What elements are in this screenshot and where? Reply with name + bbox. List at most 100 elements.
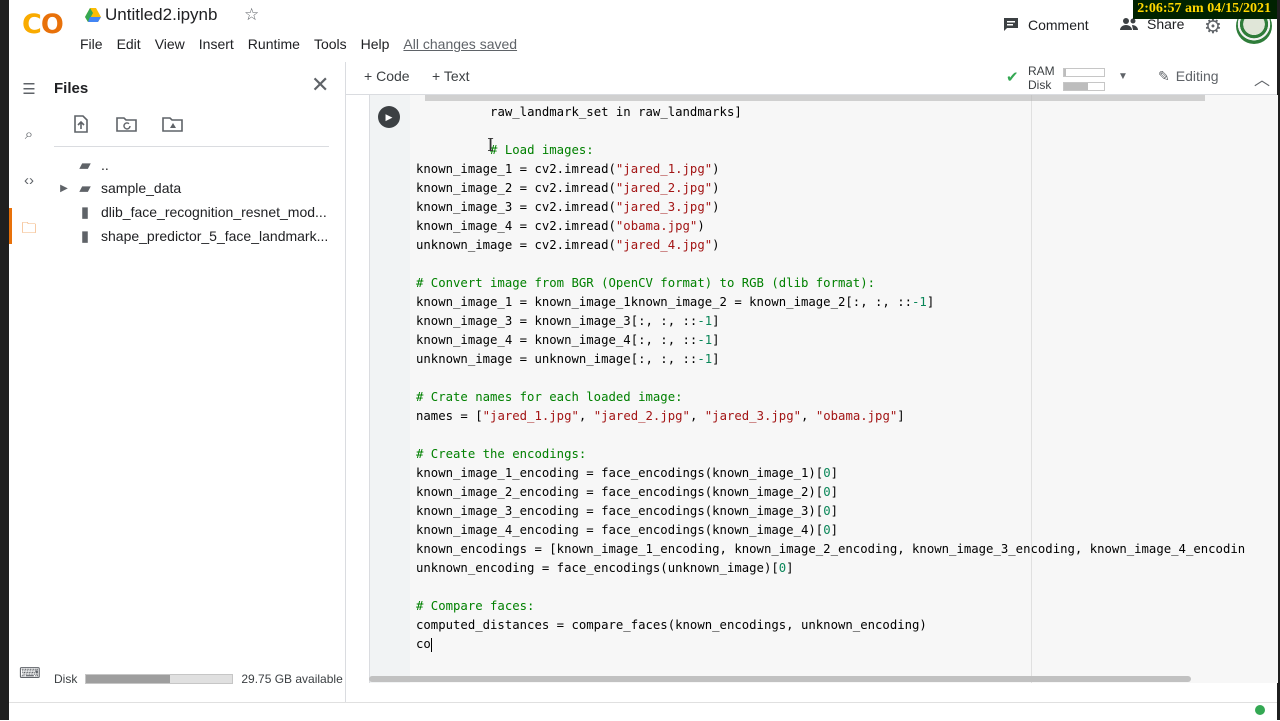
code-token: "obama.jpg" [815,409,898,423]
code-token: -1 [697,333,713,347]
code-token: -1 [697,352,713,366]
code-line[interactable]: known_image_2 = cv2.imread("jared_2.jpg"… [416,179,720,198]
code-token: 0 [823,504,831,518]
expand-arrow-icon[interactable]: ▶ [55,183,73,194]
add-text-button[interactable]: + Text [432,68,470,84]
code-line[interactable]: known_encodings = [known_image_1_encodin… [416,540,1245,559]
menu-insert[interactable]: Insert [199,34,243,54]
comment-button[interactable]: Comment [1002,16,1089,34]
run-cell-button[interactable]: ▶ [378,106,400,128]
menu-file[interactable]: File [80,34,112,54]
code-line[interactable]: known_image_2_encoding = face_encodings(… [416,483,838,502]
ruler-line [1031,95,1032,683]
code-token: # Create the encodings: [416,447,587,461]
star-icon[interactable]: ☆ [244,5,259,25]
code-snippets-icon[interactable]: ‹› [19,172,39,189]
code-token: # Compare faces: [416,599,535,613]
menu-runtime[interactable]: Runtime [248,34,309,54]
file-name: .. [101,157,109,173]
menu-bar: File Edit View Insert Runtime Tools Help… [80,34,531,54]
chevron-up-icon[interactable]: ︿ [1254,66,1270,90]
file-row-sample-data[interactable]: ▶ ▰ sample_data [55,177,181,199]
code-line[interactable]: # Convert image from BGR (OpenCV format)… [416,274,875,293]
code-token: known_image_4 = known_image_4[:, :, :: [416,333,698,347]
files-toolbar [69,114,185,138]
notebook-title[interactable]: Untitled2.ipynb [105,5,217,25]
logo-letter-o: O [40,9,64,40]
code-line[interactable]: known_image_1 = known_image_1known_image… [416,293,934,312]
code-line[interactable]: known_image_3 = known_image_3[:, :, ::-1… [416,312,720,331]
close-icon[interactable]: ✕ [311,72,329,98]
code-line[interactable]: known_image_4 = cv2.imread("obama.jpg") [416,217,705,236]
file-row-dlib-model[interactable]: ▮ dlib_face_recognition_resnet_mod... [55,201,327,223]
menu-edit[interactable]: Edit [117,34,150,54]
resource-monitor[interactable]: ✔ RAM Disk ▼ [1006,64,1128,92]
save-status-link[interactable]: All changes saved [403,34,526,54]
editing-mode-button[interactable]: ✎ Editing [1158,68,1219,85]
upload-icon[interactable] [69,114,93,138]
code-line[interactable]: unknown_image = cv2.imread("jared_4.jpg"… [416,236,720,255]
code-token: "jared_1.jpg" [482,409,579,423]
clipped-code-line [425,95,1205,101]
code-editor[interactable]: raw_landmark_set in raw_landmarks] # Loa… [410,95,1278,683]
folder-icon[interactable]: 🗀 [19,218,39,243]
code-token: -1 [697,314,713,328]
mount-drive-icon[interactable] [161,114,185,138]
code-line[interactable]: # Create the encodings: [416,445,586,464]
code-token: "jared_3.jpg" [615,200,713,214]
search-icon[interactable]: ⌕ [19,126,39,143]
code-line[interactable]: unknown_image = unknown_image[:, :, ::-1… [416,350,720,369]
comment-icon [1004,18,1018,31]
code-line[interactable]: raw_landmark_set in raw_landmarks] [416,103,742,122]
chevron-down-icon[interactable]: ▼ [1118,71,1128,82]
code-token: ] [712,314,720,328]
code-line[interactable]: unknown_encoding = face_encodings(unknow… [416,559,794,578]
code-line[interactable]: names = ["jared_1.jpg", "jared_2.jpg", "… [416,407,905,426]
horizontal-scrollbar[interactable] [369,676,1191,682]
code-line[interactable]: co [416,635,432,654]
pencil-icon: ✎ [1158,68,1170,84]
add-code-button[interactable]: + Code [364,68,410,84]
disk-available: 29.75 GB available [241,672,343,686]
code-token: ] [830,485,838,499]
disk-usage-mini-bar [1063,82,1105,91]
code-line[interactable]: known_image_3_encoding = face_encodings(… [416,502,838,521]
side-rail: ☰ ⌕ ‹› 🗀 ⌨ [9,62,47,702]
code-token: ) [712,162,720,176]
code-line[interactable]: # Compare faces: [416,597,534,616]
file-row-shape-predictor[interactable]: ▮ shape_predictor_5_face_landmark... [55,225,328,247]
file-icon: ▮ [80,204,90,221]
code-line[interactable]: known_image_4_encoding = face_encodings(… [416,521,838,540]
code-line[interactable]: known_image_1_encoding = face_encodings(… [416,464,838,483]
add-text-label: Text [443,68,470,84]
code-token: unknown_image = cv2.imread( [416,238,616,252]
clock-overlay: 2:06:57 am 04/15/2021 [1133,0,1277,19]
folder-icon: ▰ [79,180,91,197]
code-token: ) [697,219,705,233]
panel-divider[interactable] [345,62,346,702]
code-line[interactable]: known_image_3 = cv2.imread("jared_3.jpg"… [416,198,720,217]
table-of-contents-icon[interactable]: ☰ [19,80,39,98]
keyboard-icon[interactable]: ⌨ [19,664,41,682]
code-line[interactable]: known_image_1 = cv2.imread("jared_1.jpg"… [416,160,720,179]
colab-logo[interactable]: CO [22,9,64,40]
code-token: "jared_2.jpg" [593,409,690,423]
refresh-folder-icon[interactable] [115,114,139,138]
code-token: known_encodings = [known_image_1_encodin… [416,542,1246,556]
menu-tools[interactable]: Tools [314,34,356,54]
code-line[interactable]: # Crate names for each loaded image: [416,388,683,407]
files-title: Files [54,80,89,97]
code-line[interactable]: known_image_4 = known_image_4[:, :, ::-1… [416,331,720,350]
file-row-parent[interactable]: ▰ .. [55,154,109,176]
menu-view[interactable]: View [155,34,194,54]
code-token: 0 [823,466,831,480]
code-line[interactable]: # Load images: [416,141,594,160]
code-cell[interactable]: ▶ raw_landmark_set in raw_landmarks] # L… [369,95,1278,683]
code-token: unknown_image = unknown_image[:, :, :: [416,352,698,366]
code-token: unknown_encoding = face_encodings(unknow… [416,561,779,575]
menu-help[interactable]: Help [361,34,399,54]
code-token: known_image_2_encoding = face_encodings(… [416,485,824,499]
code-token: names = [ [416,409,483,423]
code-line[interactable]: computed_distances = compare_faces(known… [416,616,927,635]
text-cursor-icon: I [487,135,495,156]
